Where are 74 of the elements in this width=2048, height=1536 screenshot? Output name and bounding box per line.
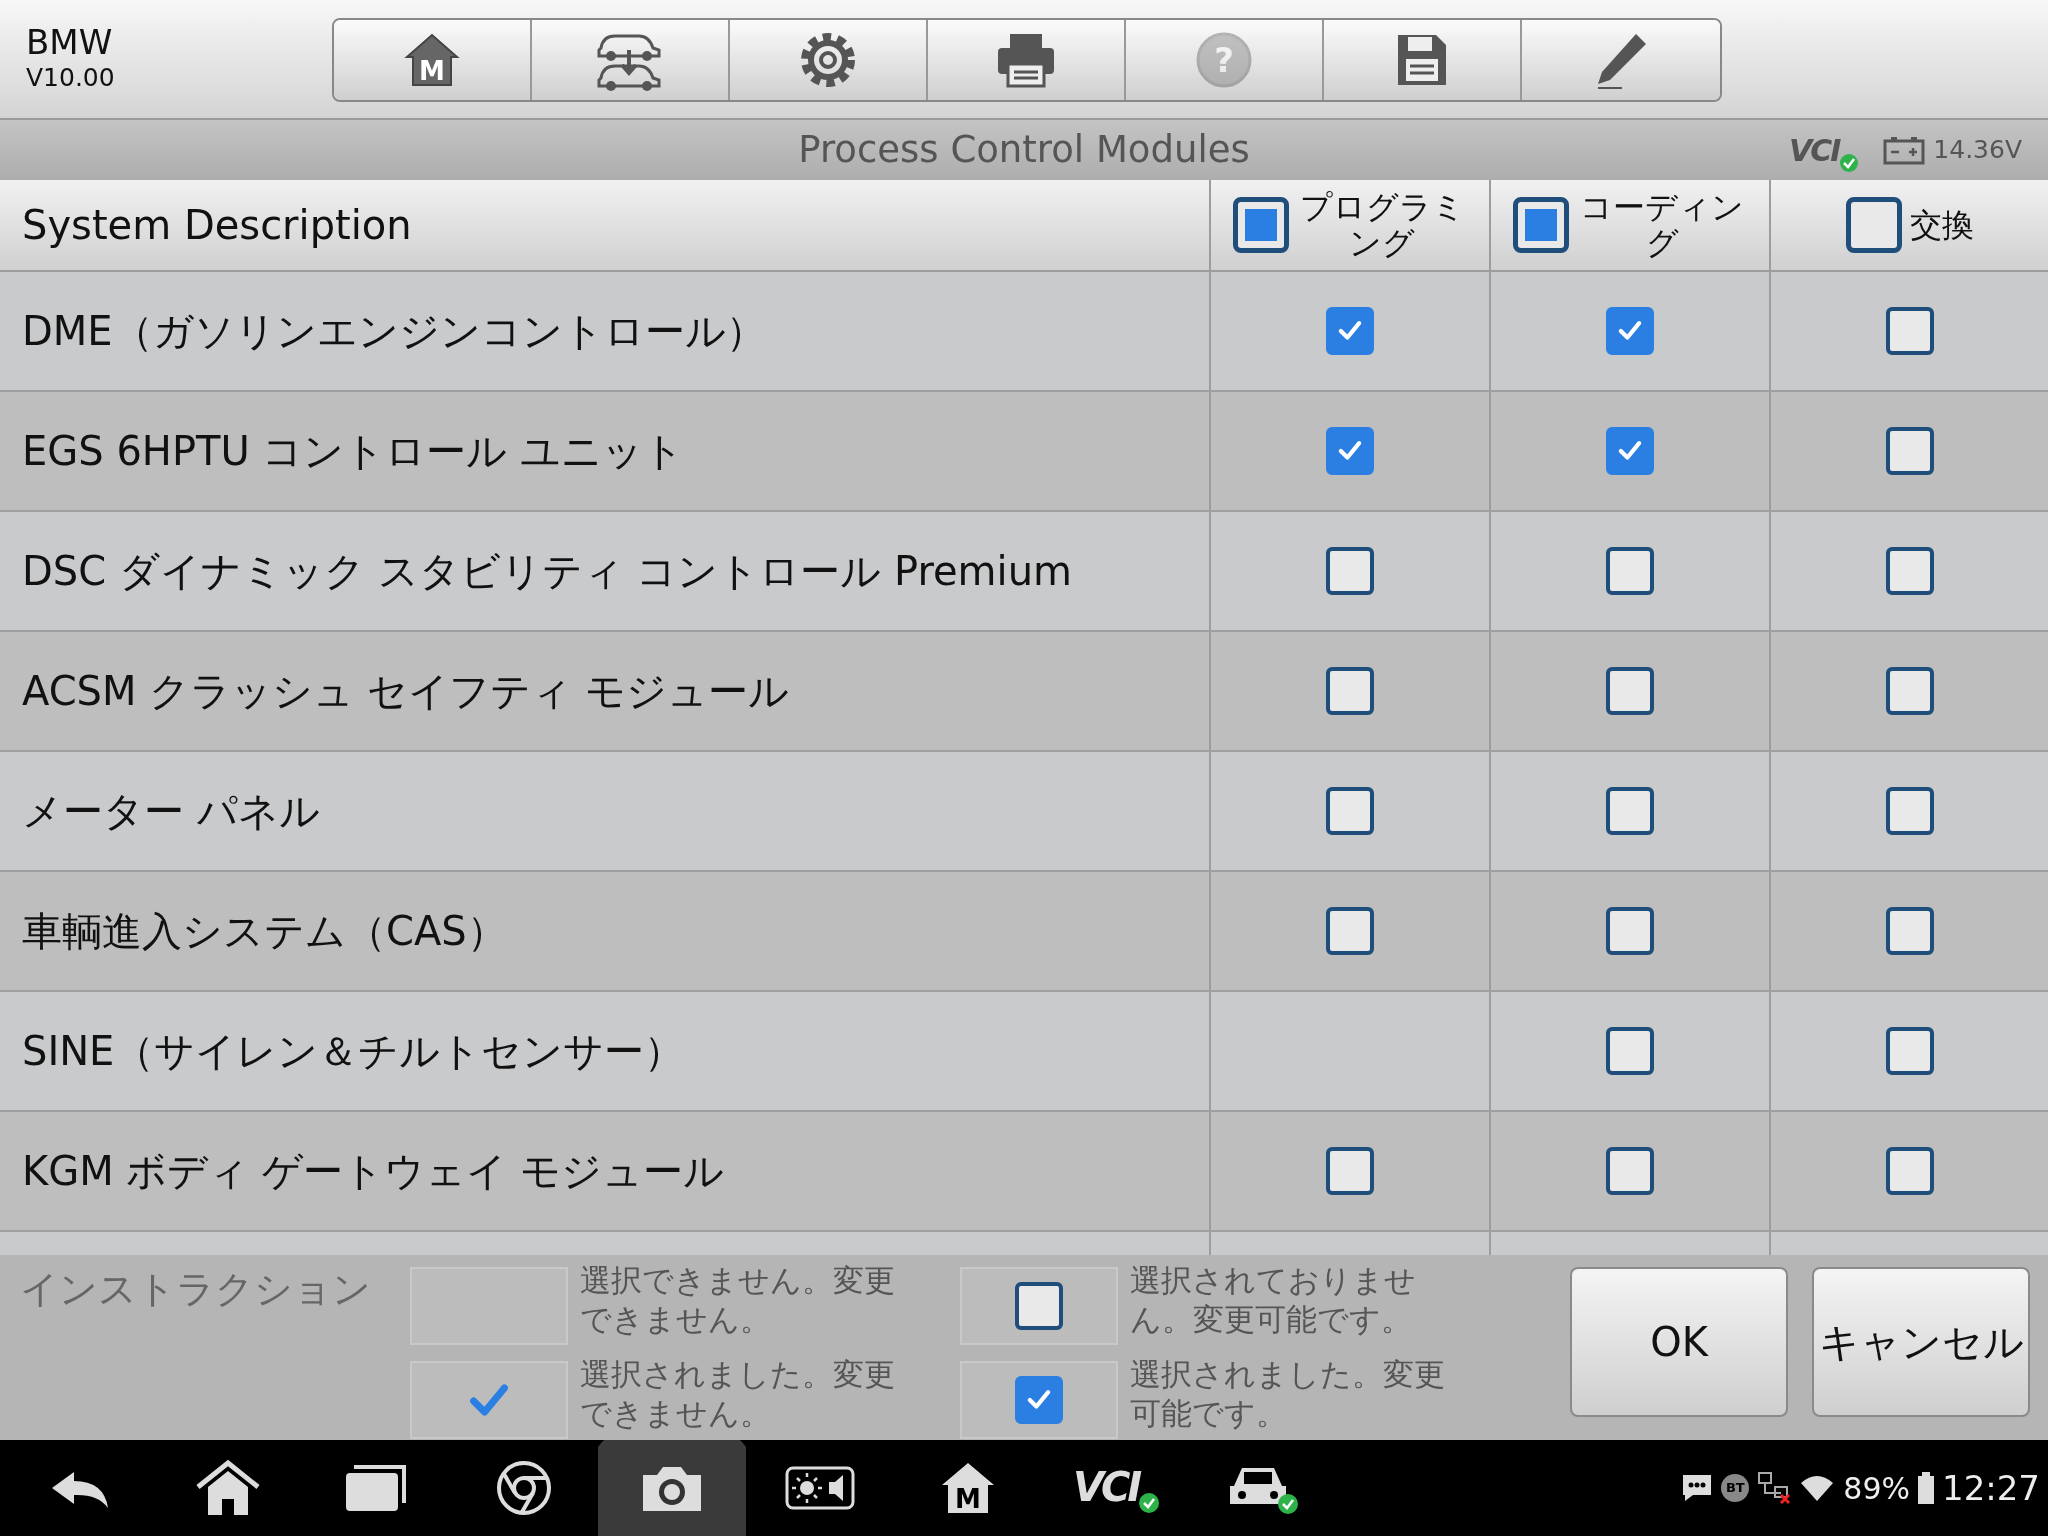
toolbar-button[interactable]: [928, 20, 1126, 100]
checkbox[interactable]: [1606, 1147, 1654, 1195]
checkbox[interactable]: [1326, 787, 1374, 835]
browser-icon: [496, 1460, 552, 1516]
recent-apps-icon: [344, 1463, 408, 1513]
module-name: ACSM クラッシュ セイフティ モジュール: [21, 667, 789, 716]
toolbar-button[interactable]: [1324, 20, 1522, 100]
module-name: SINE（サイレン＆チルトセンサー）: [21, 1027, 685, 1076]
action-button[interactable]: キャンセル: [1812, 1267, 2030, 1417]
toolbar-button[interactable]: M: [334, 20, 532, 100]
screen-title: Process Control Modules: [798, 127, 1250, 173]
checkbox[interactable]: [1606, 787, 1654, 835]
toolbar-button[interactable]: [1522, 20, 1720, 100]
wifi-icon: [1799, 1473, 1836, 1503]
settings-icon: [798, 30, 858, 90]
checkbox[interactable]: [1326, 547, 1374, 595]
checkbox[interactable]: [1606, 667, 1654, 715]
car-battery-icon: [1883, 135, 1926, 165]
module-name: EGS 6HPTU コントロール ユニット: [21, 427, 685, 476]
checkbox[interactable]: [1885, 307, 1934, 355]
toolbar-button[interactable]: [730, 20, 928, 100]
legend-text: 選択されました。変更できません。: [580, 1354, 896, 1433]
chat-icon: [1681, 1473, 1714, 1503]
checkbox[interactable]: [1326, 907, 1374, 955]
checkbox[interactable]: [1606, 307, 1654, 355]
nav-button[interactable]: [598, 1440, 746, 1536]
nav-button[interactable]: VCI: [1042, 1440, 1190, 1536]
clock-time: 12:27: [1942, 1466, 2040, 1510]
brand-label: BMW: [26, 22, 114, 62]
home-icon: M: [403, 31, 461, 89]
checkbox[interactable]: [1885, 787, 1934, 835]
vci-logo: VCI: [1788, 127, 1860, 173]
header-checkbox[interactable]: [1233, 197, 1289, 253]
module-name: メーター パネル: [21, 787, 320, 836]
battery-percent: 89%: [1843, 1469, 1910, 1508]
checkbox[interactable]: [1326, 307, 1374, 355]
checkbox[interactable]: [1326, 667, 1374, 715]
column-header: プログラミング: [1298, 189, 1466, 261]
brightness-volume-icon: [785, 1464, 855, 1512]
module-name: KGM ボディ ゲートウェイ モジュール: [21, 1147, 724, 1196]
voltage-reading: 14.36V: [1933, 134, 2022, 167]
checkbox[interactable]: [1326, 1147, 1374, 1195]
checkbox[interactable]: [1885, 1027, 1934, 1075]
checkbox[interactable]: [1606, 1027, 1654, 1075]
checkbox[interactable]: [1885, 667, 1934, 715]
module-name: 車輌進入システム（CAS）: [21, 907, 507, 956]
header-checkbox[interactable]: [1513, 197, 1569, 253]
legend-text: 選択されました。変更可能です。: [1130, 1354, 1446, 1433]
checkbox[interactable]: [1606, 427, 1654, 475]
nav-button[interactable]: M: [894, 1440, 1042, 1536]
toolbar-button[interactable]: [532, 20, 730, 100]
module-name: DSC ダイナミック スタビリティ コントロール Premium: [21, 547, 1072, 596]
checkbox[interactable]: [1885, 1147, 1934, 1195]
action-button[interactable]: OK: [1570, 1267, 1788, 1417]
bluetooth-badge: BT: [1721, 1474, 1750, 1502]
column-header: コーディング: [1579, 189, 1745, 261]
home-icon: [194, 1459, 262, 1517]
checkbox[interactable]: [1606, 547, 1654, 595]
header-checkbox[interactable]: [1845, 197, 1902, 253]
checkbox[interactable]: [1606, 907, 1654, 955]
instructions-label: インストラクション: [20, 1267, 372, 1313]
legend-text: 選択されておりません。変更可能です。: [1130, 1261, 1417, 1339]
checkbox[interactable]: [1885, 427, 1934, 475]
version-label: V10.00: [26, 62, 116, 94]
legend-text: 選択できません。変更できません。: [580, 1261, 896, 1339]
checkbox[interactable]: [1326, 427, 1374, 475]
checkbox[interactable]: [1885, 547, 1934, 595]
column-header: System Description: [21, 201, 412, 250]
module-name: DME（ガソリンエンジンコントロール）: [21, 307, 766, 356]
column-header: 交換: [1909, 207, 1974, 243]
battery-icon: [1918, 1472, 1934, 1504]
network-error-icon: [1757, 1471, 1792, 1505]
checkbox[interactable]: [1885, 907, 1934, 955]
help-icon: ?: [1195, 31, 1253, 89]
